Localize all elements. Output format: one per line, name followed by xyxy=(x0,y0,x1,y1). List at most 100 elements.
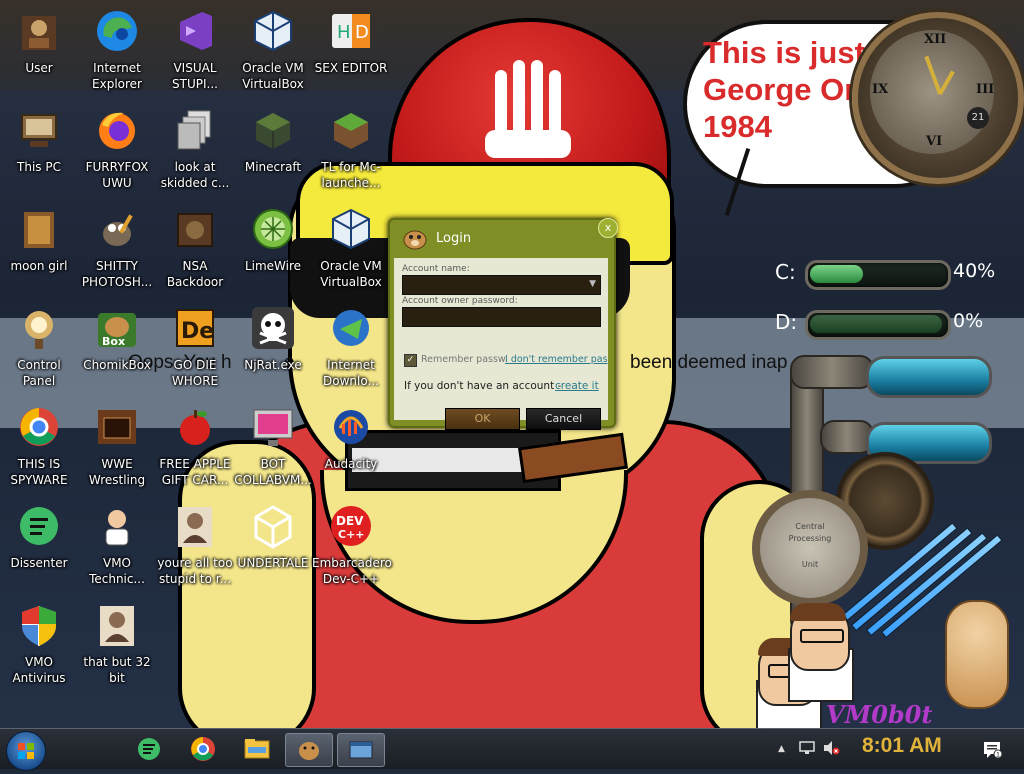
clock-numeral: IX xyxy=(872,82,889,97)
desktop-icon[interactable]: LimeWire xyxy=(234,206,312,274)
taskbar-chrome[interactable] xyxy=(180,733,226,765)
owner-password-field[interactable] xyxy=(402,307,601,327)
ok-button[interactable]: OK xyxy=(445,408,520,430)
control-panel-icon xyxy=(16,305,62,351)
desktop-icon[interactable]: NSA Backdoor xyxy=(156,206,234,290)
desktop-icon-label: Internet Explorer xyxy=(92,61,142,91)
drive-meter-d[interactable]: D: 0% xyxy=(745,306,1015,340)
svg-text:Box: Box xyxy=(102,335,125,348)
volume-muted-icon[interactable] xyxy=(822,739,840,757)
desktop-icon[interactable]: VISUAL STUPI... xyxy=(156,8,234,92)
desktop-icon[interactable]: Control Panel xyxy=(0,305,78,389)
desktop-icon[interactable]: Oracle VM VirtualBox xyxy=(234,8,312,92)
desktop-icon-label: VMO Technic... xyxy=(89,556,145,586)
skull-icon xyxy=(250,305,296,351)
svg-text:DEV: DEV xyxy=(336,514,364,528)
desktop-icon[interactable]: FURRYFOX UWU xyxy=(78,107,156,191)
network-icon[interactable] xyxy=(798,739,816,757)
apple-icon xyxy=(172,404,218,450)
account-name-combobox[interactable]: ▼ xyxy=(402,275,601,295)
taskbar: ▲ 8:01 AM 1 xyxy=(0,728,1024,771)
desktop-icon[interactable]: WWE Wrestling xyxy=(78,404,156,488)
taskbar-window[interactable] xyxy=(337,733,385,767)
desktop-icon[interactable]: Audacity xyxy=(312,404,390,472)
edge-icon xyxy=(94,8,140,54)
start-button[interactable] xyxy=(6,731,46,771)
action-center-icon[interactable]: 1 xyxy=(982,739,1002,759)
desktop-icon[interactable]: that but 32 bit xyxy=(78,602,156,686)
desktop-icon[interactable]: DEV C++ Embarcadero Dev-C++ xyxy=(312,503,392,587)
desktop-icon[interactable]: VMO Antivirus xyxy=(0,602,78,686)
desktop-icon[interactable]: Internet Downlo... xyxy=(312,305,390,389)
remember-label: Remember passw xyxy=(421,354,506,365)
visual-studio-icon xyxy=(172,8,218,54)
technician-icon xyxy=(94,503,140,549)
desktop[interactable]: Oops. You h e been deemed inap This is j… xyxy=(0,0,1024,728)
desktop-icon[interactable]: This PC xyxy=(0,107,78,175)
svg-text:D: D xyxy=(355,22,369,43)
remember-checkbox[interactable]: ✓ xyxy=(404,354,417,367)
desktop-icon[interactable]: THIS IS SPYWARE xyxy=(0,404,78,488)
desktop-icon[interactable]: youre all too stupid to r... xyxy=(156,503,234,587)
clock-numeral: III xyxy=(976,82,995,97)
this-pc-icon xyxy=(16,107,62,153)
forgot-password-link[interactable]: I don't remember pas xyxy=(505,354,608,365)
desktop-icon[interactable]: User xyxy=(0,8,78,76)
cpu-tube-gadget[interactable] xyxy=(866,356,992,398)
desktop-icon[interactable]: VMO Technic... xyxy=(78,503,156,587)
desktop-icon[interactable]: Oracle VM VirtualBox xyxy=(312,206,390,290)
login-form: Account name: ▼ Account owner password: … xyxy=(394,258,608,430)
desktop-icon-label: Embarcadero Dev-C++ xyxy=(312,556,392,586)
close-button[interactable]: x xyxy=(598,218,618,238)
desktop-icon-label: SEX EDITOR xyxy=(314,61,388,75)
desktop-icon-label: Audacity xyxy=(324,457,378,471)
oven-icon xyxy=(94,404,140,450)
dissenter-icon xyxy=(16,503,62,549)
show-hidden-icons-chevron-icon[interactable]: ▲ xyxy=(778,744,785,754)
cancel-button[interactable]: Cancel xyxy=(526,408,601,430)
desktop-icon[interactable]: SHITTY PHOTOSH... xyxy=(78,206,156,290)
desktop-icon-label: VISUAL STUPI... xyxy=(172,61,218,91)
desktop-icon[interactable]: TL for Mc-launche... xyxy=(312,107,390,191)
drive-tube xyxy=(805,310,951,340)
desktop-icon[interactable]: Internet Explorer xyxy=(78,8,156,92)
file-explorer-icon xyxy=(244,739,270,759)
shield-icon xyxy=(16,602,62,648)
create-account-link[interactable]: create it xyxy=(555,380,599,392)
desktop-icon[interactable]: FREE APPLE GIFT CAR... xyxy=(156,404,234,488)
desktop-icon[interactable]: UNDERTALE xyxy=(234,503,312,571)
desktop-icon[interactable]: BOT COLLABVM... xyxy=(234,404,312,488)
taskbar-empty-slot[interactable] xyxy=(389,733,435,765)
window-icon xyxy=(349,741,373,759)
desktop-icon-label: Minecraft xyxy=(244,160,302,174)
drive-meter-c[interactable]: C: 40% xyxy=(745,256,1015,290)
taskbar-dissenter[interactable] xyxy=(126,733,172,765)
desktop-icon-label: Dissenter xyxy=(10,556,68,570)
chevron-down-icon[interactable]: ▼ xyxy=(589,279,596,289)
login-dialog[interactable]: Login x Account name: ▼ Account owner pa… xyxy=(388,218,618,430)
chrome-icon xyxy=(191,737,215,761)
minecraft-launcher-icon xyxy=(328,107,374,153)
clock-face: XII III VI IX 21 xyxy=(870,30,994,154)
taskbar-chomikbox[interactable] xyxy=(285,733,333,767)
desktop-icon[interactable]: NjRat.exe xyxy=(234,305,312,373)
desktop-icon-label: look at skidded c... xyxy=(160,160,230,190)
idm-icon xyxy=(328,305,374,351)
login-titlebar[interactable]: Login x xyxy=(390,218,618,256)
desktop-icon[interactable]: moon girl xyxy=(0,206,78,274)
desktop-icon[interactable]: look at skidded c... xyxy=(156,107,234,191)
drive-fill xyxy=(810,315,942,333)
desktop-icon-label: Internet Downlo... xyxy=(323,358,379,388)
user-folder-icon xyxy=(16,8,62,54)
desktop-icon[interactable]: Minecraft xyxy=(234,107,312,175)
taskbar-clock[interactable]: 8:01 AM xyxy=(862,734,942,758)
desktop-icon[interactable]: H D SEX EDITOR xyxy=(312,8,390,76)
hamster-gadget[interactable] xyxy=(945,600,1009,709)
desktop-icon[interactable]: Box ChomikBox xyxy=(78,305,156,373)
taskbar-file-explorer[interactable] xyxy=(234,733,280,765)
wallpaper-oops-text: been deemed inap xyxy=(630,352,788,373)
clock-gadget[interactable]: XII III VI IX 21 xyxy=(852,12,1024,184)
desktop-icon[interactable]: Dissenter xyxy=(0,503,78,571)
windows-orb-icon xyxy=(18,743,34,759)
desktop-icon[interactable]: De GO DIE WHORE xyxy=(156,305,234,389)
